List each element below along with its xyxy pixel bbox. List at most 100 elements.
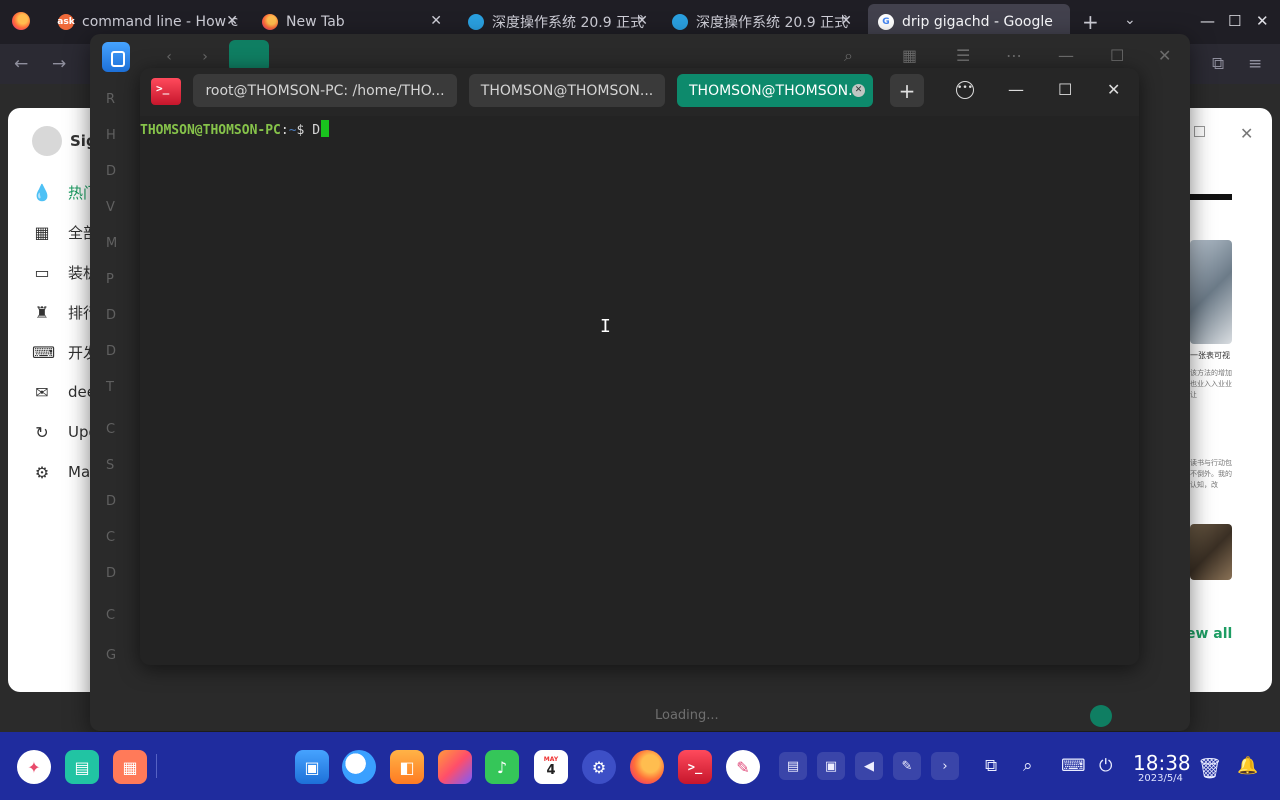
grid-view-icon[interactable]: ▦ — [902, 46, 917, 65]
trash-icon[interactable]: 🗑 — [1197, 756, 1222, 780]
calendar-month: MAY — [543, 756, 559, 763]
image-viewer-icon[interactable] — [438, 750, 472, 784]
app-center-icon[interactable]: ◧ — [390, 750, 424, 784]
sidebar-item-ranking[interactable]: ♜ 排行 — [32, 300, 98, 324]
terminal-icon[interactable]: >_ — [678, 750, 712, 784]
maximize-icon[interactable]: ☐ — [1058, 80, 1072, 99]
close-icon[interactable]: ✕ — [1240, 124, 1253, 143]
sidebar-item-initial[interactable]: D — [106, 344, 116, 359]
grid-icon: ▦ — [34, 222, 50, 242]
sidebar-item-initial[interactable]: C — [106, 530, 115, 545]
sidebar-item-initial[interactable]: D — [106, 494, 116, 509]
article-image[interactable] — [1190, 524, 1232, 580]
list-view-icon[interactable]: ☰ — [956, 46, 970, 65]
plus-icon[interactable]: + — [1082, 10, 1099, 34]
command-input[interactable]: D — [312, 123, 320, 138]
draw-icon[interactable]: ✎ — [726, 750, 760, 784]
close-icon[interactable]: ✕ — [1107, 80, 1120, 99]
minimize-icon[interactable]: — — [1200, 12, 1215, 30]
browser-icon[interactable] — [342, 750, 376, 784]
sidebar-item-initial[interactable]: C — [106, 608, 115, 623]
file-manager-icon[interactable]: ▣ — [295, 750, 329, 784]
close-icon[interactable]: ✕ — [636, 13, 648, 29]
sidebar-item-initial[interactable]: H — [106, 128, 116, 143]
sidebar-item-updates[interactable]: ↻ Upd — [32, 420, 98, 444]
firefox-icon[interactable] — [630, 750, 664, 784]
clipboard-icon[interactable]: ▤ — [779, 752, 807, 780]
terminal-tab[interactable]: root@THOMSON-PC: /home/THO... — [193, 74, 457, 107]
more-icon[interactable]: ⋯ — [1006, 46, 1022, 65]
terminal-output[interactable]: THOMSON@THOMSON-PC:~$ D I — [140, 116, 1139, 665]
article-snippet: 该方法的增加也业入入业业让 — [1190, 369, 1232, 399]
chat-icon: ✉ — [35, 382, 49, 402]
view-all-link[interactable]: ew all — [1186, 626, 1232, 642]
close-icon[interactable]: ✕ — [1158, 46, 1171, 65]
sidebar-item-hot[interactable]: 💧 热门 — [32, 180, 98, 204]
volume-icon[interactable]: ◀ — [855, 752, 883, 780]
firefox-icon[interactable] — [12, 12, 30, 30]
more-icon[interactable]: ••• — [956, 81, 974, 99]
settings-icon[interactable]: ⚙ — [582, 750, 616, 784]
minimize-icon[interactable]: — — [1008, 80, 1024, 99]
sidebar-item-initial[interactable]: V — [106, 200, 115, 215]
terminal-tab-active[interactable]: THOMSON@THOMSON... ✕ — [677, 74, 873, 107]
maximize-icon[interactable]: ☐ — [1110, 46, 1124, 65]
prompt-line: THOMSON@THOMSON-PC:~$ D — [140, 120, 330, 138]
close-icon[interactable]: ✕ — [852, 84, 865, 97]
minimize-icon[interactable]: — — [1058, 46, 1074, 65]
sidebar-item-initial[interactable]: P — [106, 272, 114, 287]
sidebar-item-initial[interactable]: D — [106, 308, 116, 323]
power-icon[interactable]: ⏻ — [1099, 756, 1112, 776]
article-title: 一张表可视 — [1190, 351, 1230, 360]
ibeam-cursor-icon: I — [600, 316, 611, 337]
divider — [1190, 194, 1232, 200]
arrow-left-icon[interactable]: ← — [14, 54, 28, 74]
sidebar-item-initial[interactable]: G — [106, 648, 116, 663]
sidebar-item-dev[interactable]: ⌨ 开发 — [32, 340, 98, 364]
maximize-icon[interactable]: ☐ — [1228, 12, 1241, 30]
close-icon[interactable]: ✕ — [430, 13, 442, 29]
launcher-icon[interactable]: ✦ — [17, 750, 51, 784]
close-icon[interactable]: ✕ — [226, 13, 238, 29]
calendar-day: 4 — [546, 763, 556, 778]
chevron-down-icon[interactable]: ⌄ — [1124, 12, 1136, 28]
arrow-right-icon[interactable]: → — [52, 54, 66, 74]
close-icon[interactable]: ✕ — [840, 13, 852, 29]
screenshot-icon[interactable]: ▣ — [817, 752, 845, 780]
pen-icon[interactable]: ✎ — [893, 752, 921, 780]
new-tab-button[interactable]: + — [890, 74, 924, 107]
multitask-view-icon[interactable]: ⧉ — [985, 756, 997, 776]
chevron-right-icon[interactable]: › — [931, 752, 959, 780]
clock-time[interactable]: 18:38 — [1133, 751, 1191, 775]
terminal-tab[interactable]: THOMSON@THOMSON... — [469, 74, 665, 107]
search-icon[interactable]: ⌕ — [844, 46, 853, 66]
calendar-icon[interactable]: MAY 4 — [534, 750, 568, 784]
sidebar-item-initial[interactable]: C — [106, 422, 115, 437]
sidebar-item-initial[interactable]: R — [106, 92, 115, 107]
sidebar-item-install[interactable]: ▭ 装机 — [32, 260, 98, 284]
music-icon[interactable]: ♪ — [485, 750, 519, 784]
sidebar-item-manage[interactable]: ⚙ Ma — [32, 460, 90, 484]
terminal-app-icon: >_ — [151, 78, 181, 105]
search-icon[interactable]: ⌕ — [1023, 756, 1033, 776]
sidebar-item-initial[interactable]: D — [106, 164, 116, 179]
sidebar-item-all[interactable]: ▦ 全部 — [32, 220, 98, 244]
multitask-icon[interactable]: ▤ — [65, 750, 99, 784]
article-image[interactable] — [1190, 240, 1232, 344]
avatar[interactable] — [32, 126, 62, 156]
sidebar-item-deepin[interactable]: ✉ dee — [32, 380, 96, 404]
chevron-left-icon[interactable]: ‹ — [154, 44, 184, 70]
sidebar-item-initial[interactable]: M — [106, 236, 117, 251]
close-icon[interactable]: ✕ — [1256, 12, 1269, 30]
app-store-icon[interactable]: ▦ — [113, 750, 147, 784]
sidebar-item-initial[interactable]: S — [106, 458, 114, 473]
browser-tab-label: New Tab — [286, 14, 345, 30]
maximize-icon[interactable] — [1194, 126, 1205, 137]
bell-icon[interactable]: 🔔 — [1237, 756, 1258, 776]
chevron-right-icon[interactable]: › — [190, 44, 220, 70]
hamburger-icon[interactable]: ≡ — [1248, 54, 1262, 74]
sidebar-item-initial[interactable]: D — [106, 566, 116, 581]
sidebar-item-initial[interactable]: T — [106, 380, 114, 395]
keyboard-icon[interactable]: ⌨ — [1061, 756, 1086, 776]
puzzle-icon[interactable]: ⧉ — [1212, 54, 1224, 74]
